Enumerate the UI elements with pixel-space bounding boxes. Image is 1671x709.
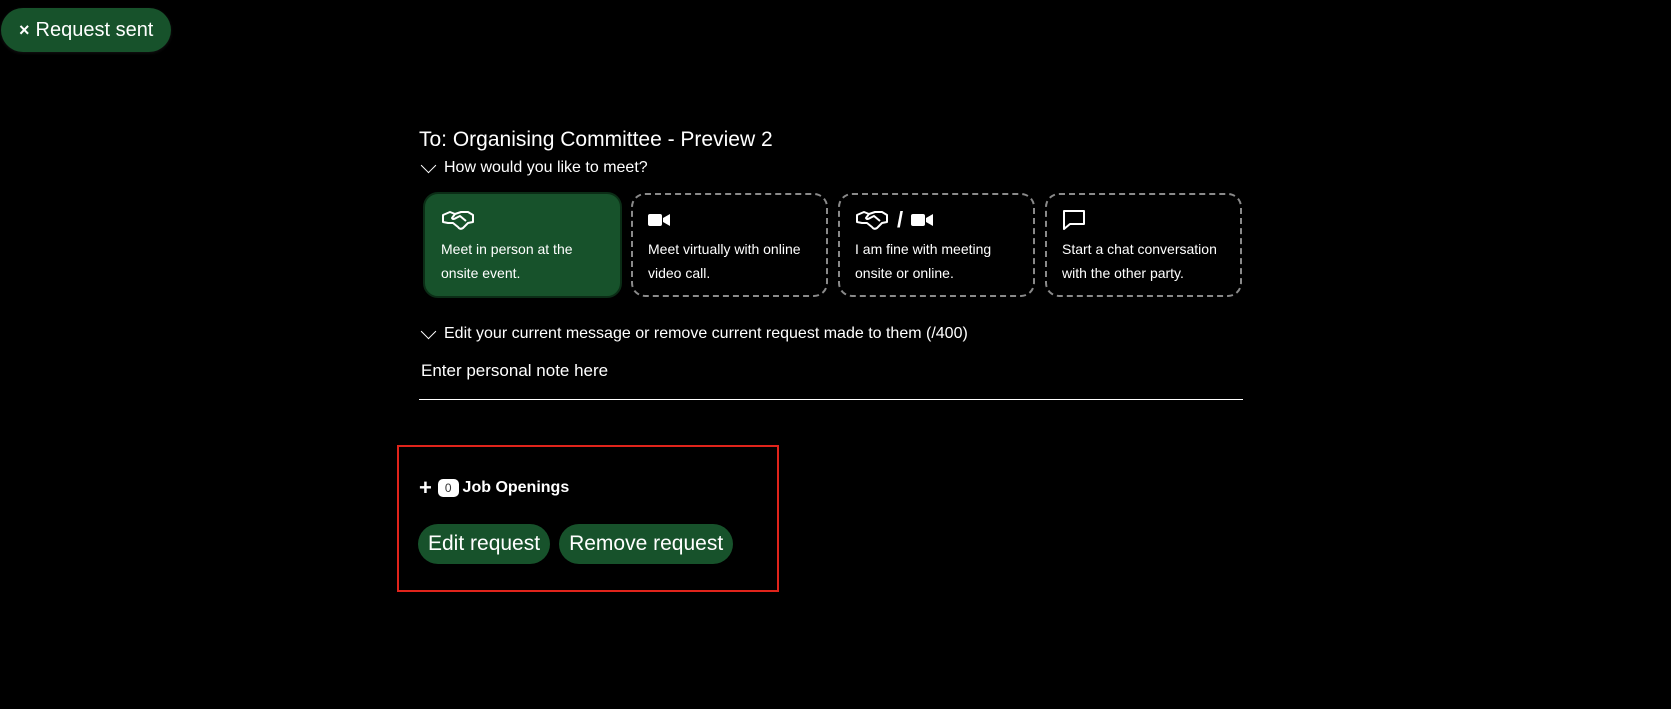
job-openings-toggle[interactable]: + 0 Job Openings	[419, 477, 569, 499]
option-in-person[interactable]: Meet in person at the onsite event.	[423, 192, 622, 298]
job-count-badge: 0	[437, 479, 459, 497]
close-icon[interactable]: ×	[19, 21, 30, 39]
highlight-box	[397, 445, 779, 592]
meet-section-label: How would you like to meet?	[444, 159, 648, 176]
chevron-down-icon	[420, 157, 437, 173]
meeting-options: Meet in person at the onsite event. Meet…	[419, 192, 1243, 298]
chat-bubble-icon	[1063, 210, 1085, 230]
option-desc: Meet virtually with online video call.	[648, 241, 801, 281]
job-openings-label: Job Openings	[462, 479, 570, 496]
option-chat[interactable]: Start a chat conversation with the other…	[1045, 193, 1242, 297]
request-panel: To: Organising Committee - Preview 2 How…	[419, 124, 1243, 400]
remove-request-button[interactable]: Remove request	[559, 524, 734, 564]
handshake-icon	[442, 211, 474, 230]
message-section-toggle[interactable]: Edit your current message or remove curr…	[419, 323, 1243, 343]
personal-note-input[interactable]: Enter personal note here	[419, 361, 1243, 400]
option-desc: Meet in person at the onsite event.	[441, 241, 573, 281]
request-sent-toast[interactable]: × Request sent	[1, 8, 172, 52]
page: × Request sent To: Organising Committee …	[0, 0, 1671, 709]
message-section-label: Edit your current message or remove curr…	[444, 325, 968, 342]
video-camera-icon	[911, 214, 934, 226]
edit-request-button[interactable]: Edit request	[418, 524, 551, 564]
toast-label: Request sent	[35, 18, 154, 41]
recipient-title: To: Organising Committee - Preview 2	[419, 128, 773, 151]
handshake-icon	[856, 211, 888, 230]
option-desc: Start a chat conversation with the other…	[1062, 241, 1217, 281]
video-camera-icon	[648, 214, 670, 226]
separator-slash: /	[897, 207, 904, 232]
option-virtual[interactable]: Meet virtually with online video call.	[631, 193, 828, 297]
option-either[interactable]: / I am fine with meeting onsite or onlin…	[838, 193, 1035, 297]
request-actions: Edit request Remove request	[418, 524, 734, 564]
plus-icon: +	[419, 475, 432, 500]
meet-section-toggle[interactable]: How would you like to meet?	[419, 157, 1243, 177]
chevron-down-icon	[420, 323, 437, 339]
option-desc: I am fine with meeting onsite or online.	[855, 241, 992, 281]
